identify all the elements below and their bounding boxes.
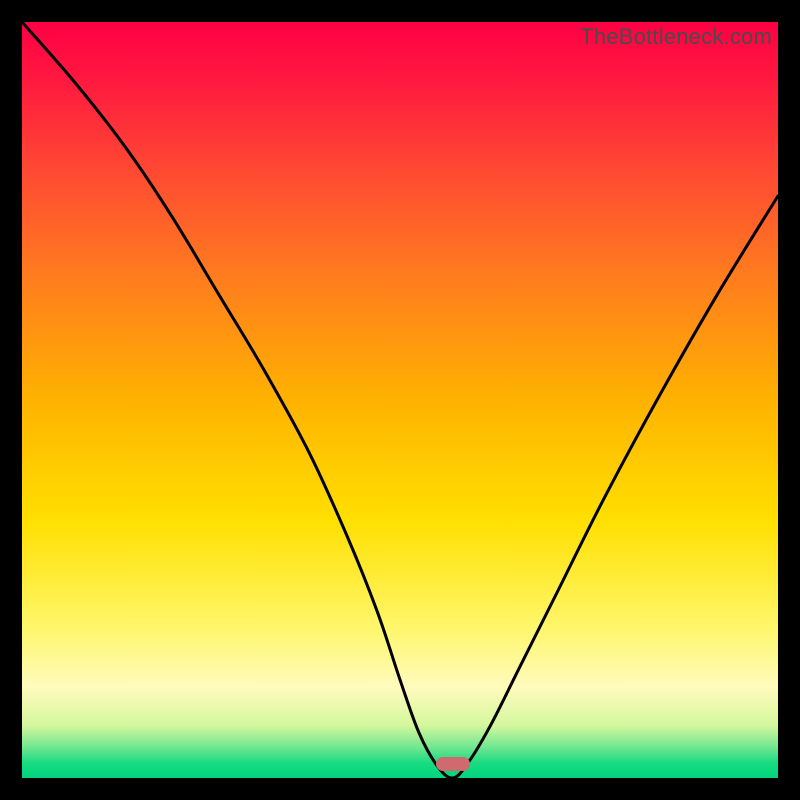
- chart-frame: TheBottleneck.com: [0, 0, 800, 800]
- optimum-marker: [436, 757, 470, 771]
- bottleneck-curve-path: [22, 22, 778, 778]
- curve-svg: [22, 22, 778, 778]
- plot-area: TheBottleneck.com: [22, 22, 778, 778]
